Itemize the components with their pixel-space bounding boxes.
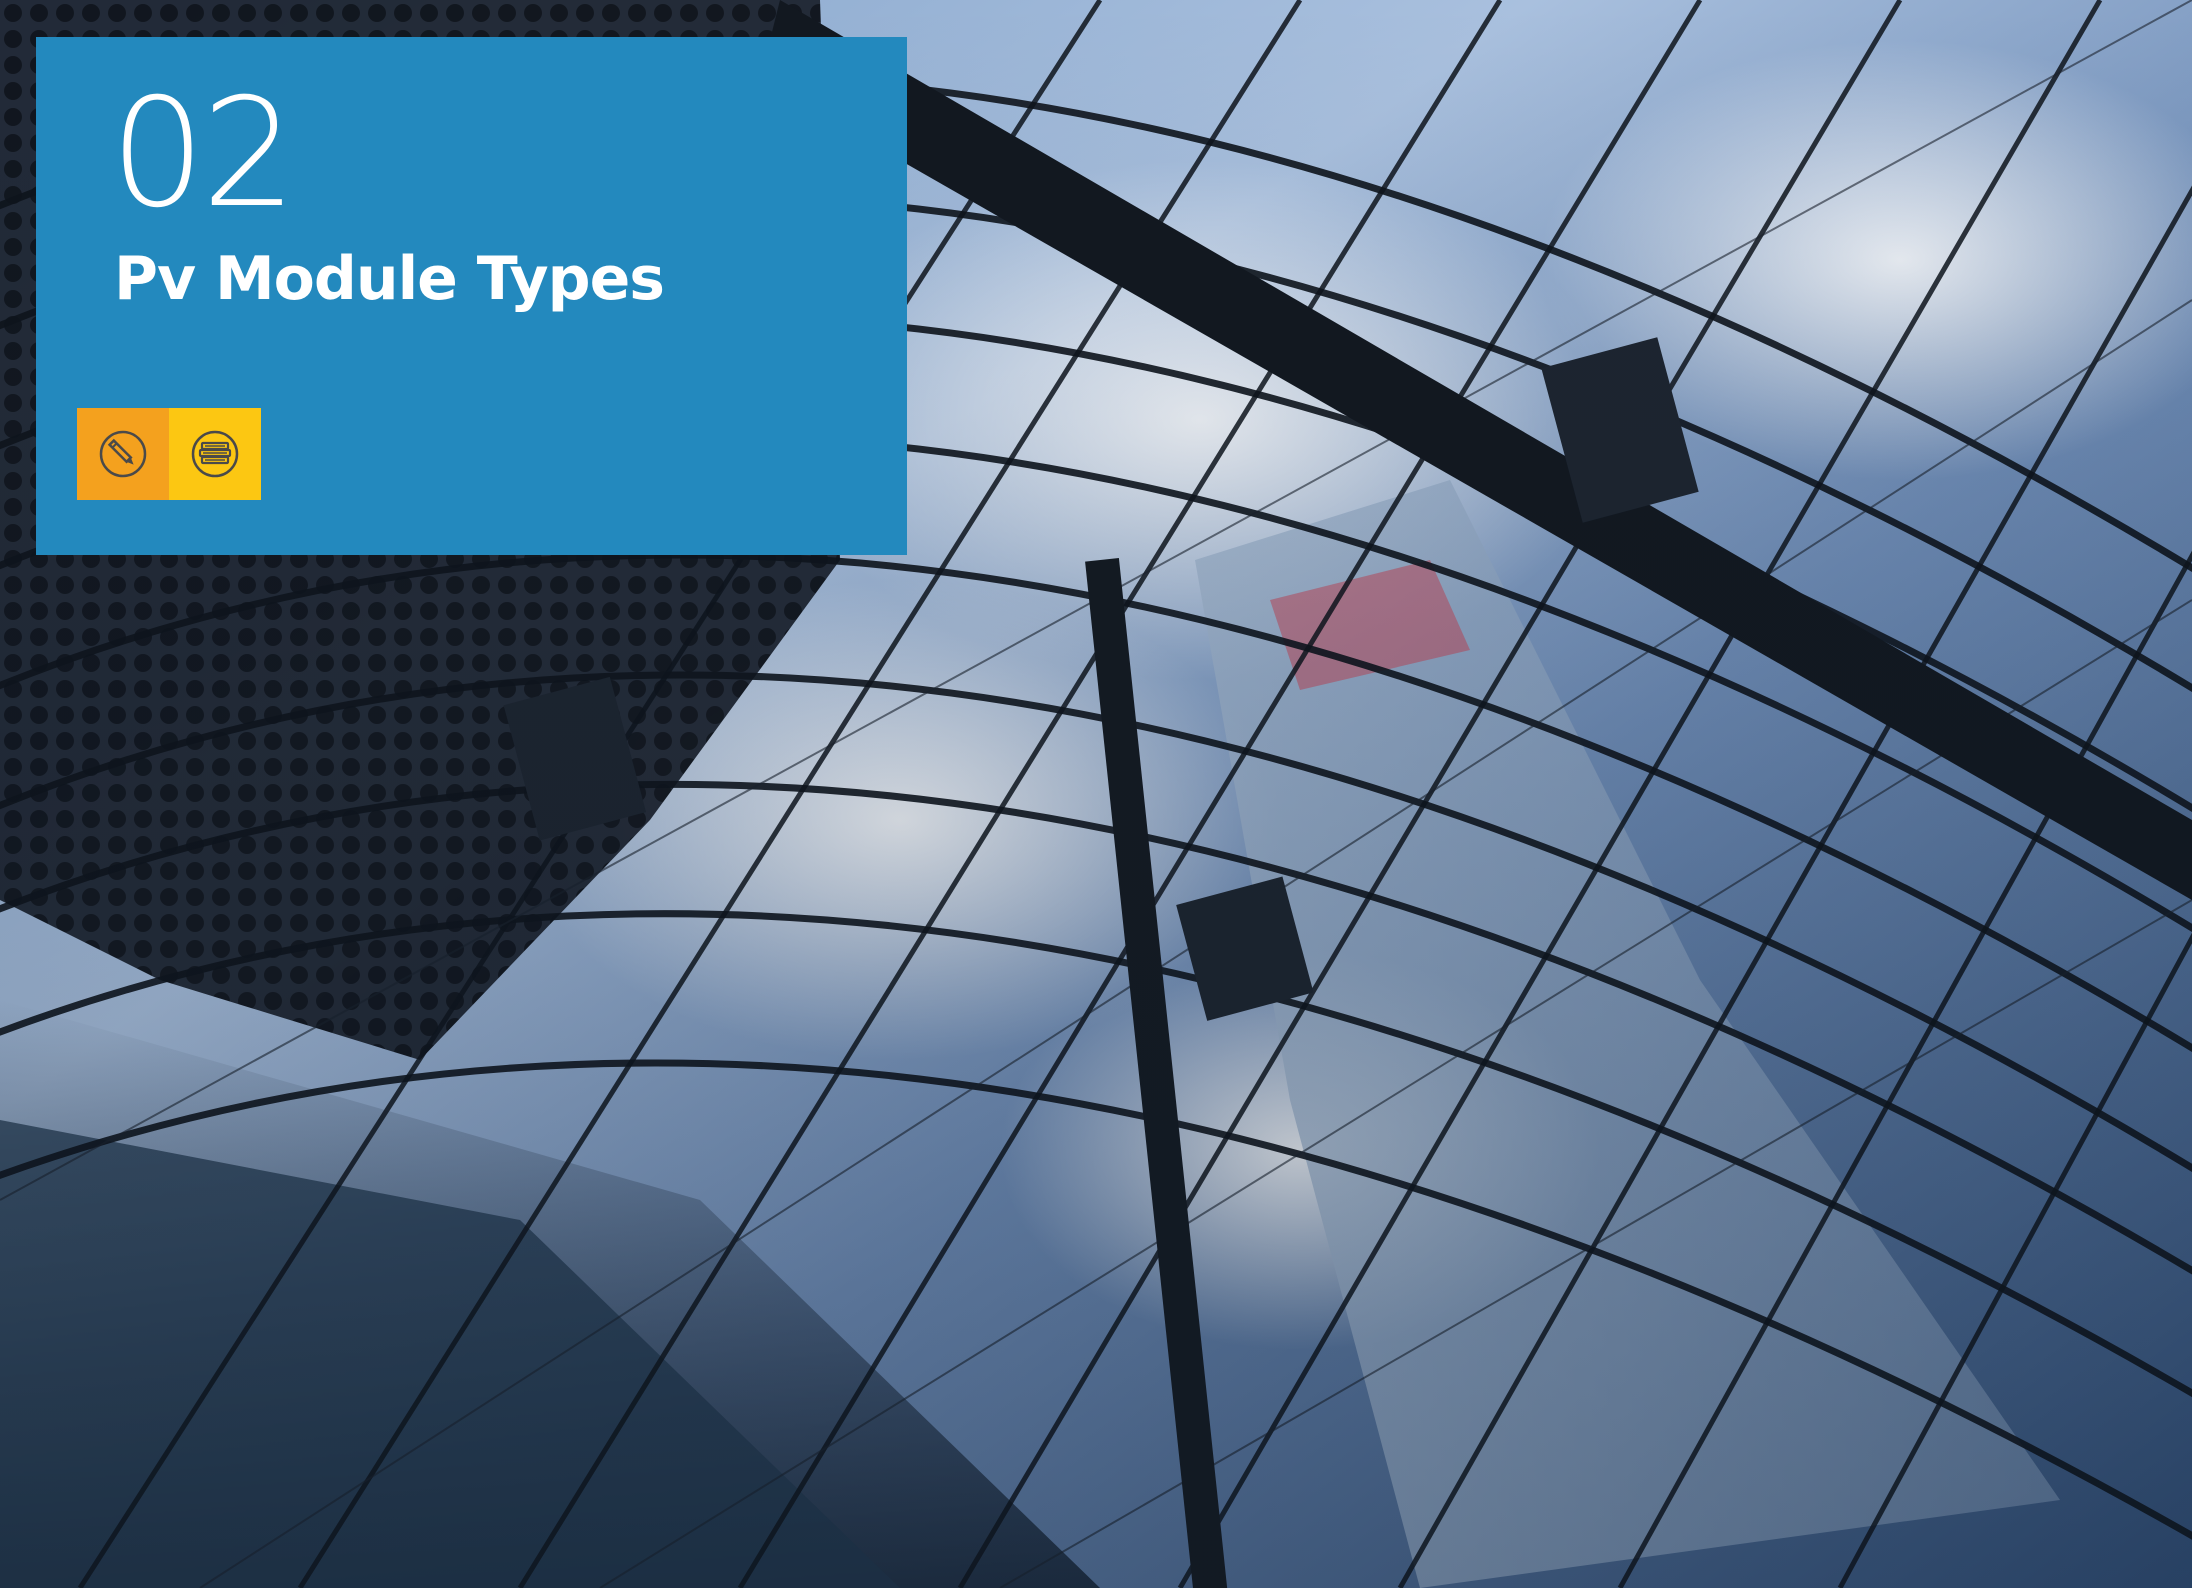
pencil-tile (77, 408, 169, 500)
chapter-title: Pv Module Types (114, 244, 665, 314)
chapter-cover-page: 02 Pv Module Types (0, 0, 2192, 1588)
pencil-icon (99, 430, 147, 478)
books-icon (191, 430, 239, 478)
books-tile (169, 408, 261, 500)
chapter-number: 02 (110, 67, 297, 241)
